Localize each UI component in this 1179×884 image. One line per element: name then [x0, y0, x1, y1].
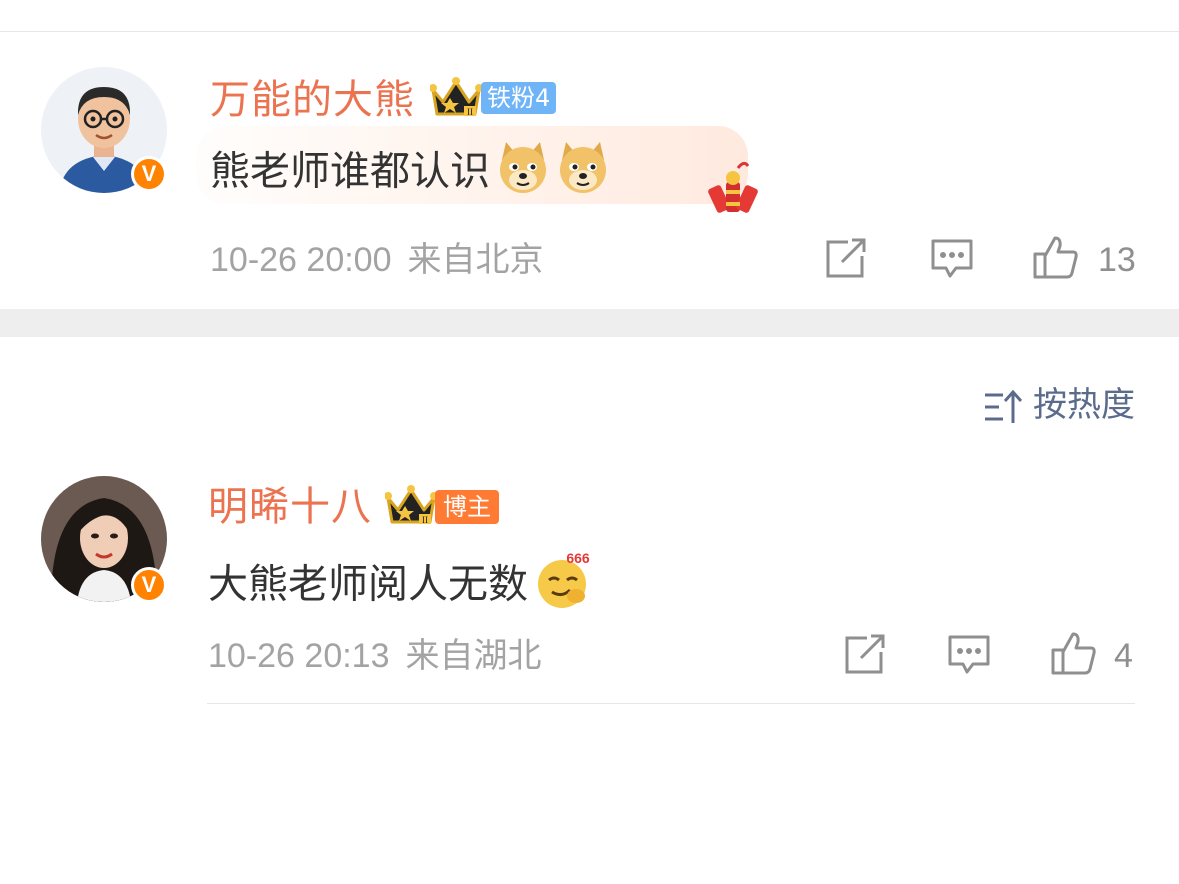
like-button[interactable] [1032, 234, 1080, 284]
like-count: 13 [1098, 241, 1136, 279]
sort-label: 按热度 [1033, 385, 1135, 425]
comment-text: 熊老师谁都认识 [210, 140, 610, 207]
crown-icon: II [429, 76, 483, 122]
like-count: 4 [1114, 637, 1133, 675]
svg-text:666: 666 [566, 550, 590, 566]
timestamp: 10-26 20:13 [208, 637, 390, 675]
username[interactable]: 万能的大熊 [210, 76, 415, 124]
comment-meta: 10-26 20:13 来自湖北 [208, 636, 542, 676]
comment-text-content: 大熊老师阅人无数 [208, 561, 528, 608]
firecracker-icon [704, 160, 764, 230]
share-button[interactable] [824, 238, 868, 284]
svg-text:II: II [467, 107, 473, 117]
bottom-divider [207, 703, 1135, 704]
doge-emoji-icon [556, 140, 610, 207]
comment-text-content: 熊老师谁都认识 [210, 148, 490, 195]
timestamp: 10-26 20:00 [210, 241, 392, 279]
crown-icon: II [384, 484, 438, 530]
verified-badge-icon: V [131, 156, 167, 192]
doge-emoji-icon [496, 140, 550, 207]
location: 来自湖北 [405, 636, 542, 676]
fan-level-badge[interactable]: 铁粉4 [481, 82, 557, 114]
comment-item: V 万能的大熊 II 铁粉4 熊老师谁都认识 10-26 20:00 来自北京 … [0, 0, 1179, 309]
sort-icon [985, 389, 1023, 423]
verified-badge-icon: V [131, 567, 167, 603]
comment-text: 大熊老师阅人无数 666 [208, 550, 594, 623]
username[interactable]: 明晞十八 [208, 483, 372, 531]
like-button[interactable] [1050, 630, 1098, 680]
svg-text:II: II [422, 515, 428, 525]
666-emoji-icon: 666 [534, 550, 594, 623]
comment-meta: 10-26 20:00 来自北京 [210, 240, 544, 280]
location: 来自北京 [407, 240, 544, 280]
share-button[interactable] [843, 634, 887, 680]
comment-button[interactable] [947, 634, 991, 680]
sort-by-hot-button[interactable]: 按热度 [983, 384, 1135, 426]
section-divider [0, 309, 1179, 337]
comment-item: V 明晞十八 II 博主 大熊老师阅人无数 666 10-26 20:13 来自湖… [0, 440, 1179, 710]
comment-button[interactable] [930, 238, 974, 284]
blogger-badge: 博主 [435, 490, 499, 524]
